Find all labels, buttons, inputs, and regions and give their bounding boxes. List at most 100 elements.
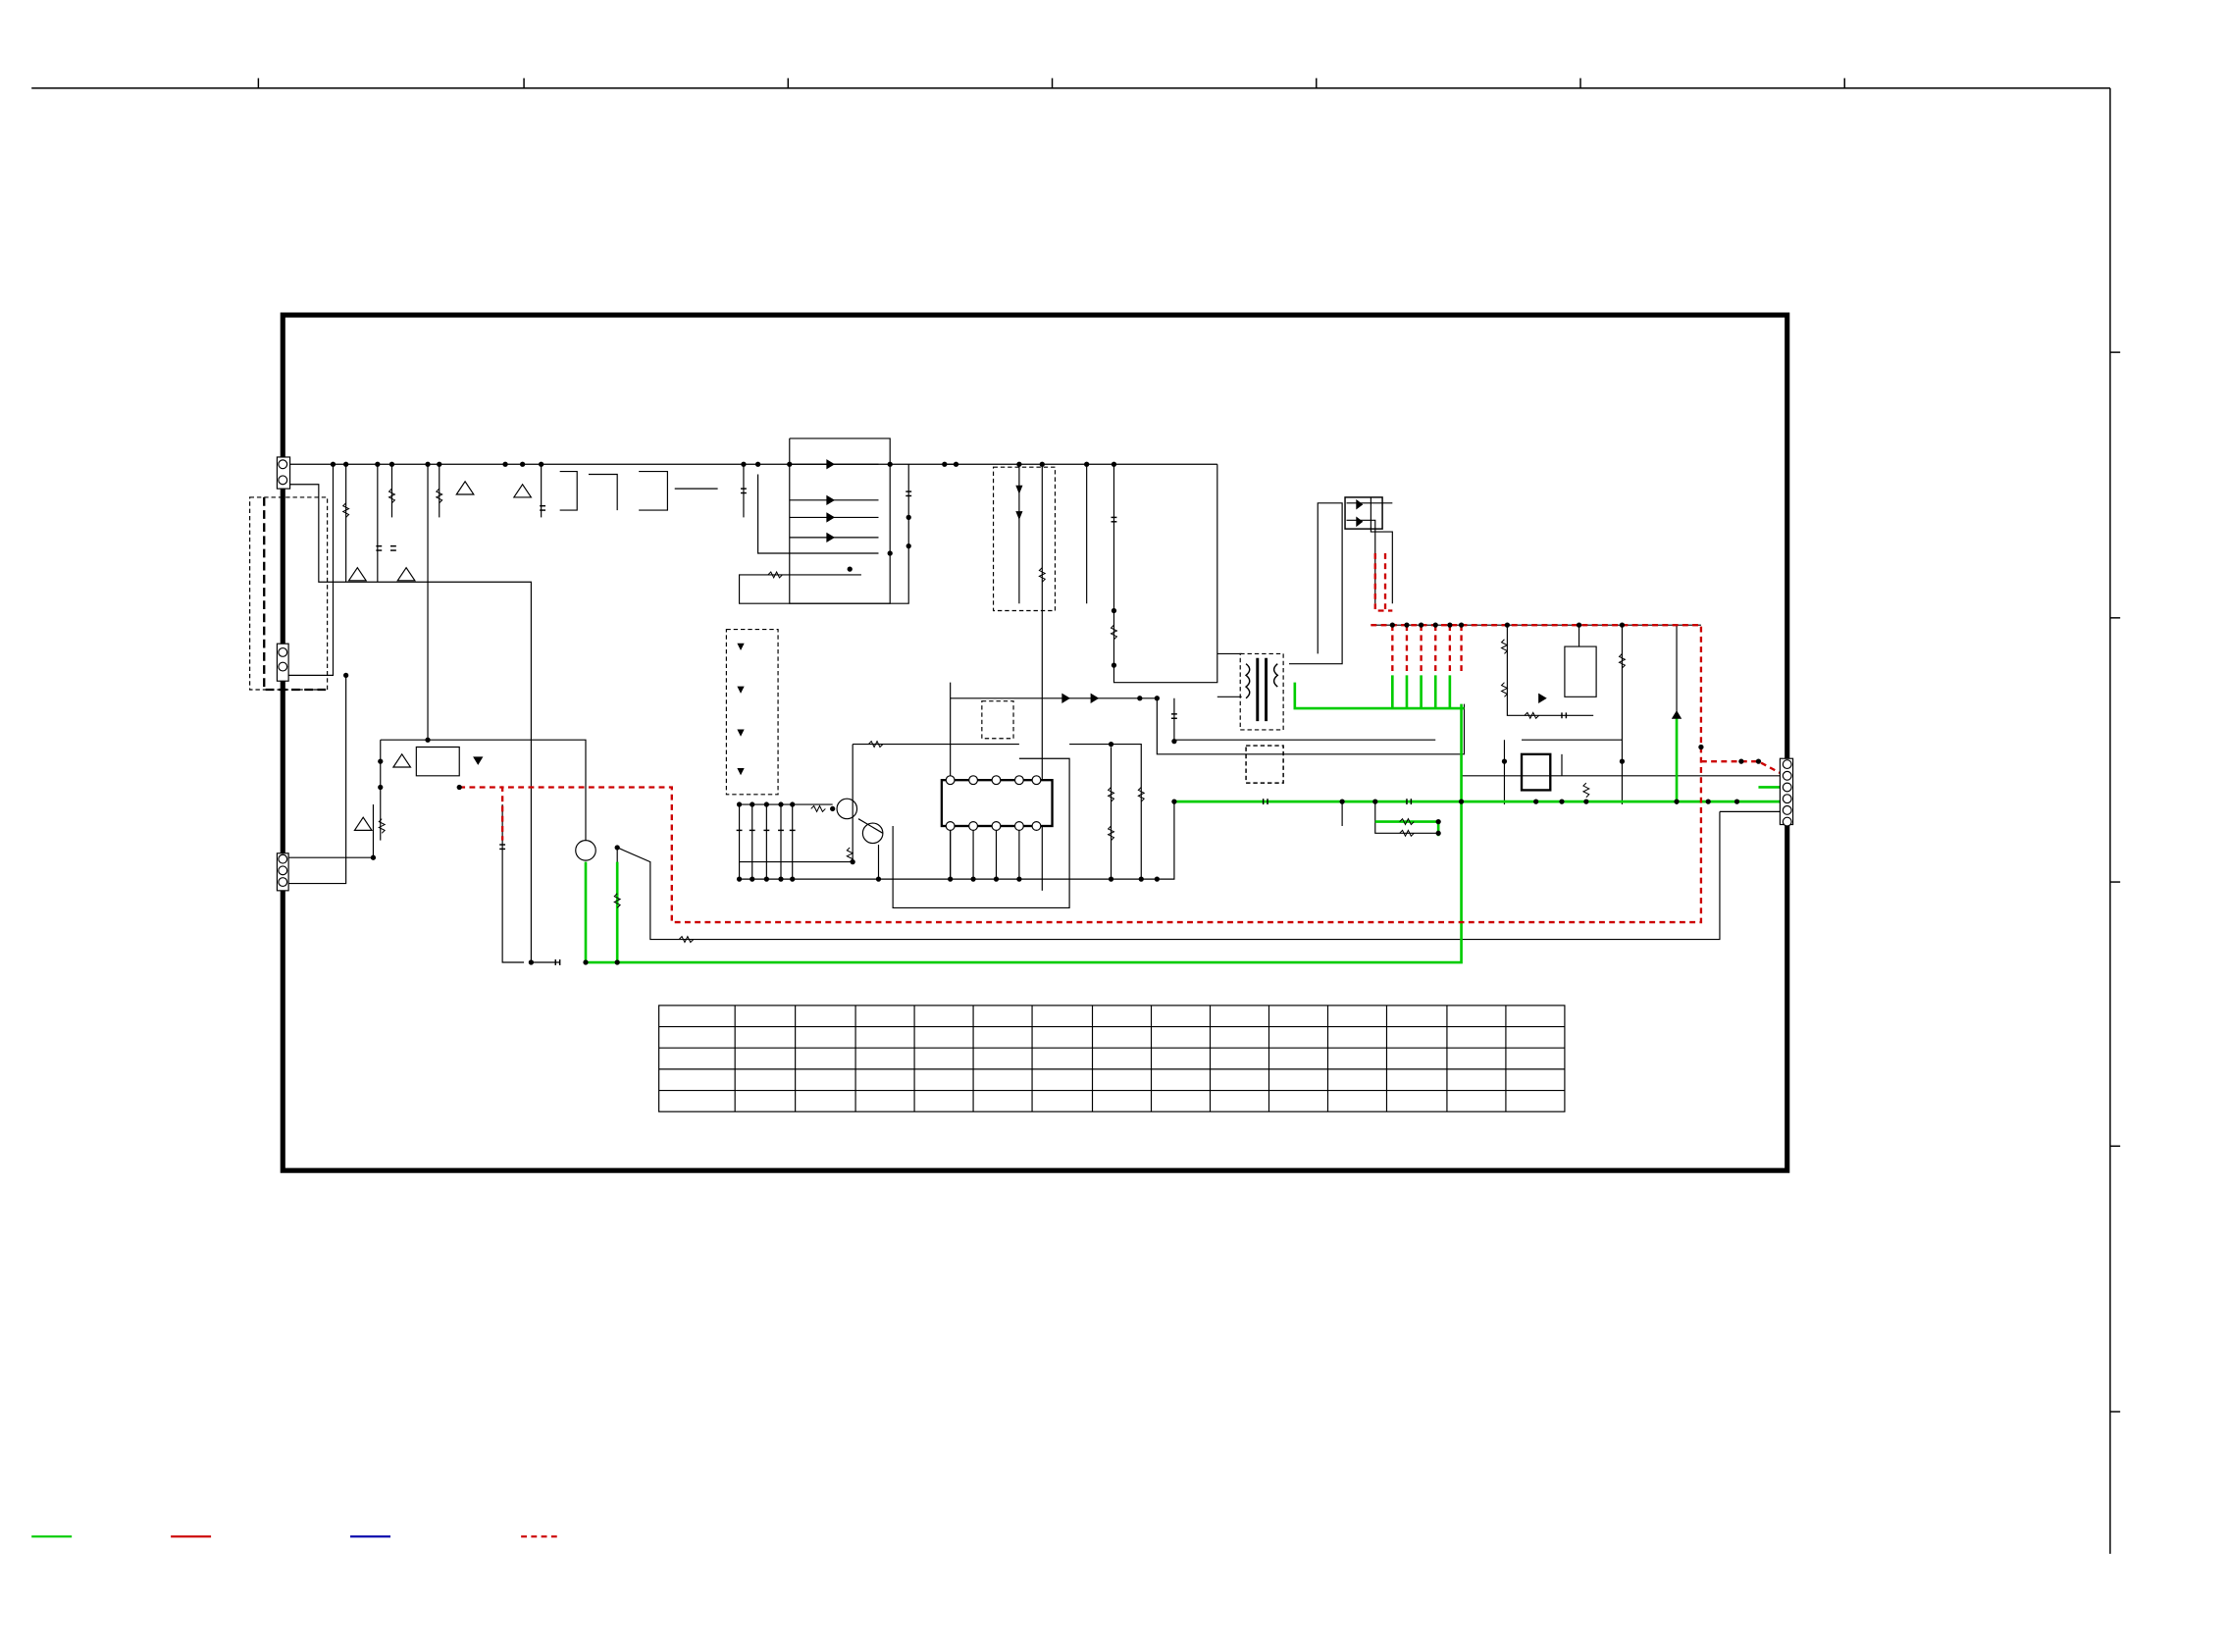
junction-dot [1432,622,1438,628]
junction-dot [1039,461,1045,467]
junction-dot [787,461,793,467]
junction-dot [1171,739,1177,745]
junction-dot [1738,758,1744,764]
junction-dot [502,461,508,467]
connector-frame-left [263,496,328,692]
junction-dot [1458,799,1465,804]
junction-dot [778,801,784,807]
junction-dot [1111,607,1117,614]
junction-dot [1418,622,1424,628]
junction-dot [1016,461,1022,467]
junction-dot [1435,830,1441,836]
junction-dot [875,876,882,882]
junction-dot [343,461,349,467]
junction-dot [741,461,747,467]
junction-dot [614,845,620,851]
junction-dot [970,876,976,882]
junction-dot [375,461,381,467]
junction-dot [614,959,620,965]
junction-dot [1435,818,1441,825]
junction-dot [1559,799,1565,804]
junction-dot [1339,799,1345,804]
junction-dot [830,805,836,812]
power-supply-schematic [31,77,2121,1554]
capacitors [376,488,1568,965]
diodes [473,459,1682,776]
junction-dot [1138,876,1144,882]
junction-dot [1458,622,1465,628]
wiring-green [584,675,1781,964]
junction-dot [906,543,911,549]
junction-dot [948,876,954,882]
junction-dot [1674,799,1680,804]
junction-dot [1016,876,1022,882]
transistors [575,798,884,861]
transformer [1244,657,1279,722]
junction-dot [528,959,535,965]
junction-dot [1084,461,1090,467]
junction-dot [763,801,769,807]
junction-dot [906,514,911,521]
junction-dot [750,801,755,807]
ic-chip [940,775,1054,831]
junction-dot [1501,758,1508,764]
junction-dot [1111,662,1117,668]
board-outline [280,312,1790,1173]
junction-dot [1705,799,1711,804]
junction-dot [1733,799,1740,804]
junction-dot [847,566,853,572]
junction-dot [942,461,948,467]
junction-dot [993,876,1000,882]
junction-dot [1583,799,1589,804]
junction-dot [736,876,743,882]
resistors [341,488,1627,944]
warning-triangles [347,480,533,831]
junction-dot [519,461,526,467]
junction-dot [1619,758,1626,764]
junction-dot [953,461,959,467]
junction-dot [388,461,395,467]
junction-dot [1137,696,1143,701]
junction-dot [378,758,384,764]
junction-dot [456,784,462,791]
junction-dot [790,876,796,882]
junction-dot [1171,799,1177,804]
junction-dot [754,461,761,467]
junction-dot [1404,622,1410,628]
wiring-black [286,438,1787,963]
junction-dot [887,461,893,467]
junction-dot [378,784,384,791]
junction-dot [330,461,336,467]
junction-dot [437,461,442,467]
junction-dot [1389,622,1395,628]
sheet-frame [31,77,2121,1554]
junction-dot [763,876,769,882]
junction-dot [1372,799,1378,804]
component-table [658,1005,1566,1112]
junction-dot [1108,741,1114,748]
junction-dot [887,550,893,556]
junction-dot [370,854,377,860]
junction-dot [1154,876,1160,882]
junction-dot [583,959,589,965]
junction-dot [750,876,755,882]
junction-dot [1447,622,1453,628]
junction-dot [539,461,544,467]
junction-dot [1755,758,1762,764]
junction-dots [330,461,1762,965]
junction-dot [1111,461,1117,467]
junction-dot [1619,622,1626,628]
wiring-red-dashed [459,552,1781,924]
junction-dot [1576,622,1582,628]
junction-dot [850,858,855,865]
junction-dot [1108,876,1114,882]
junction-dot [736,801,743,807]
sub-block-outlines [249,466,1284,796]
junction-dot [778,876,784,882]
junction-dot [1154,696,1160,701]
junction-dot [1504,622,1511,628]
junction-dot [343,672,349,678]
junction-dot [790,801,796,807]
junction-dot [1698,744,1704,750]
junction-dot [425,737,431,743]
